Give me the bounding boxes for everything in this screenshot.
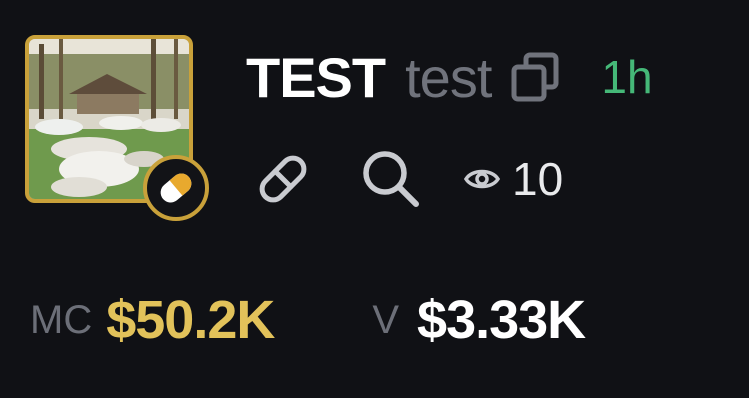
token-name: TEST	[246, 45, 386, 109]
views-counter: 10	[464, 152, 563, 206]
volume-label: V	[372, 297, 400, 342]
pill-badge	[143, 155, 209, 221]
link-button[interactable]	[252, 148, 314, 210]
copy-button[interactable]	[509, 50, 561, 104]
views-count: 10	[512, 153, 564, 205]
copy-icon	[511, 52, 559, 102]
link-icon	[259, 155, 307, 203]
pill-icon	[160, 173, 192, 203]
eye-icon	[464, 169, 500, 189]
search-icon	[363, 151, 419, 207]
token-title-row: TEST test 1h	[246, 40, 653, 114]
market-cap-value: $50.2K	[106, 290, 275, 350]
stats-row: MC $50.2K V $3.33K	[30, 282, 586, 358]
volume-value: $3.33K	[417, 290, 586, 350]
search-button[interactable]	[358, 146, 424, 212]
market-cap-label: MC	[30, 297, 93, 342]
action-row: 10	[252, 144, 563, 214]
token-age: 1h	[601, 51, 653, 103]
token-ticker: test	[405, 45, 492, 109]
